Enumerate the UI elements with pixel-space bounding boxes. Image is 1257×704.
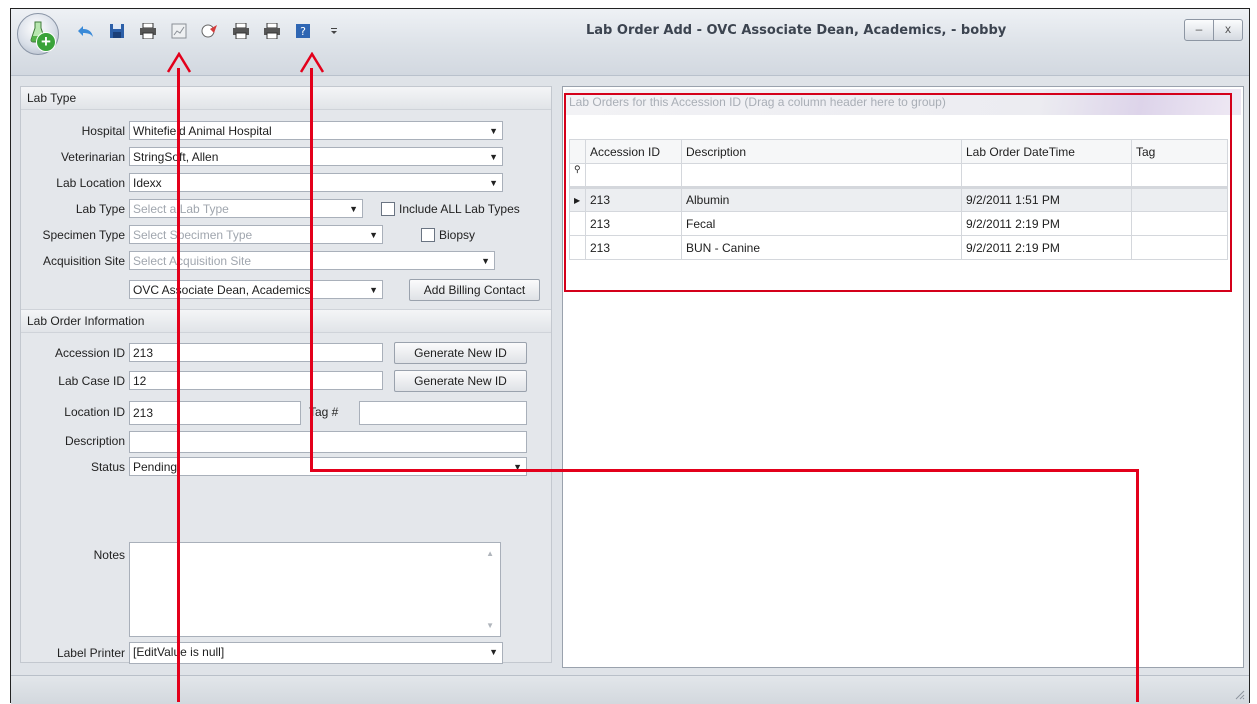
hospital-select[interactable]: Whitefield Animal Hospital ▼ <box>129 121 503 140</box>
window-controls: – x <box>1184 19 1243 41</box>
add-billing-contact-button[interactable]: Add Billing Contact <box>409 279 540 301</box>
window-title: Lab Order Add - OVC Associate Dean, Acad… <box>586 23 1007 38</box>
notes-textarea[interactable]: ▲ ▼ <box>129 542 501 637</box>
acquisition-site-placeholder: Select Acquisition Site <box>133 254 252 268</box>
lab-type-group-header: Lab Type <box>21 87 551 110</box>
location-id-label: Location ID <box>64 405 125 419</box>
scroll-up-icon[interactable]: ▲ <box>486 549 494 558</box>
tag-input[interactable] <box>359 401 527 425</box>
status-value: Pending <box>133 460 178 474</box>
generate-accession-id-button[interactable]: Generate New ID <box>394 342 527 364</box>
chevron-down-icon: ▼ <box>489 178 498 188</box>
chevron-down-icon: ▼ <box>513 462 522 472</box>
lab-order-group-header: Lab Order Information <box>21 309 551 333</box>
help-icon[interactable]: ? <box>292 20 314 42</box>
chevron-down-icon: ▼ <box>489 152 498 162</box>
billing-contact-value: OVC Associate Dean, Academics, <box>133 283 314 297</box>
annotation-line-right-vertical <box>310 68 313 472</box>
location-id-input[interactable]: 213 <box>129 401 301 425</box>
label-printer-label: Label Printer <box>56 646 125 660</box>
accession-id-input[interactable]: 213 <box>129 343 383 362</box>
notes-label: Notes <box>93 548 125 562</box>
chevron-down-icon: ▼ <box>489 647 498 657</box>
status-label: Status <box>90 460 125 474</box>
status-bar <box>11 675 1249 704</box>
annotation-arrow-right-icon <box>299 52 325 73</box>
minimize-button[interactable]: – <box>1184 19 1214 41</box>
hospital-value: Whitefield Animal Hospital <box>133 124 272 138</box>
lab-type-placeholder: Select a Lab Type <box>133 202 229 216</box>
accession-id-label: Accession ID <box>54 346 125 360</box>
send-icon[interactable] <box>199 20 221 42</box>
chevron-down-icon: ▼ <box>369 285 378 295</box>
biopsy-checkbox[interactable] <box>421 228 435 242</box>
lab-form-panel: Lab Type Hospital Whitefield Animal Hosp… <box>20 86 552 664</box>
customize-toolbar-icon[interactable] <box>323 20 345 42</box>
resize-grip-icon[interactable] <box>1233 688 1245 700</box>
lab-location-select[interactable]: Idexx ▼ <box>129 173 503 192</box>
svg-text:?: ? <box>300 25 306 38</box>
ribbon-titlebar: + ? Lab Order Add - OVC Associate Dean, … <box>11 9 1249 76</box>
annotation-line-right-down <box>1136 469 1139 702</box>
undo-icon[interactable] <box>75 20 97 42</box>
lab-case-id-label: Lab Case ID <box>58 374 125 388</box>
print-icon[interactable] <box>137 20 159 42</box>
lab-location-label: Lab Location <box>56 176 125 190</box>
tag-label: Tag # <box>309 405 339 419</box>
chevron-down-icon: ▼ <box>481 256 490 266</box>
include-all-checkbox[interactable] <box>381 202 395 216</box>
specimen-type-label: Specimen Type <box>42 228 126 242</box>
grid-highlight-box <box>564 93 1232 292</box>
application-menu-button[interactable]: + <box>17 13 59 55</box>
lab-type-select[interactable]: Select a Lab Type ▼ <box>129 199 363 218</box>
lab-case-id-input[interactable]: 12 <box>129 371 383 390</box>
chevron-down-icon: ▼ <box>369 230 378 240</box>
hospital-label: Hospital <box>81 124 125 138</box>
label-printer-select[interactable]: [EditValue is null] ▼ <box>129 642 503 664</box>
print-icon-3[interactable] <box>261 20 283 42</box>
include-all-label: Include ALL Lab Types <box>399 202 520 216</box>
report-icon[interactable] <box>168 20 190 42</box>
description-label: Description <box>64 434 125 448</box>
quick-access-toolbar: ? <box>75 18 354 44</box>
annotation-line-left <box>177 68 180 702</box>
veterinarian-select[interactable]: StringSoft, Allen ▼ <box>129 147 503 166</box>
annotation-arrow-left-icon <box>166 52 192 73</box>
generate-lab-case-id-button[interactable]: Generate New ID <box>394 370 527 392</box>
specimen-type-placeholder: Select Specimen Type <box>133 228 253 242</box>
acquisition-site-label: Acquisition Site <box>42 254 125 268</box>
veterinarian-value: StringSoft, Allen <box>133 150 219 164</box>
status-select[interactable]: Pending ▼ <box>129 457 527 476</box>
specimen-type-select[interactable]: Select Specimen Type ▼ <box>129 225 383 244</box>
scroll-down-icon[interactable]: ▼ <box>486 621 494 630</box>
print-icon-2[interactable] <box>230 20 252 42</box>
add-badge-icon: + <box>36 32 56 52</box>
billing-contact-select[interactable]: OVC Associate Dean, Academics, ▼ <box>129 280 383 299</box>
close-button[interactable]: x <box>1214 19 1243 41</box>
annotation-line-horizontal <box>310 469 1139 472</box>
chevron-down-icon: ▼ <box>349 204 358 214</box>
save-icon[interactable] <box>106 20 128 42</box>
biopsy-label: Biopsy <box>439 228 476 242</box>
lab-location-value: Idexx <box>133 176 162 190</box>
lab-type-label: Lab Type <box>75 202 125 216</box>
chevron-down-icon: ▼ <box>489 126 498 136</box>
description-input[interactable] <box>129 431 527 453</box>
veterinarian-label: Veterinarian <box>60 150 125 164</box>
